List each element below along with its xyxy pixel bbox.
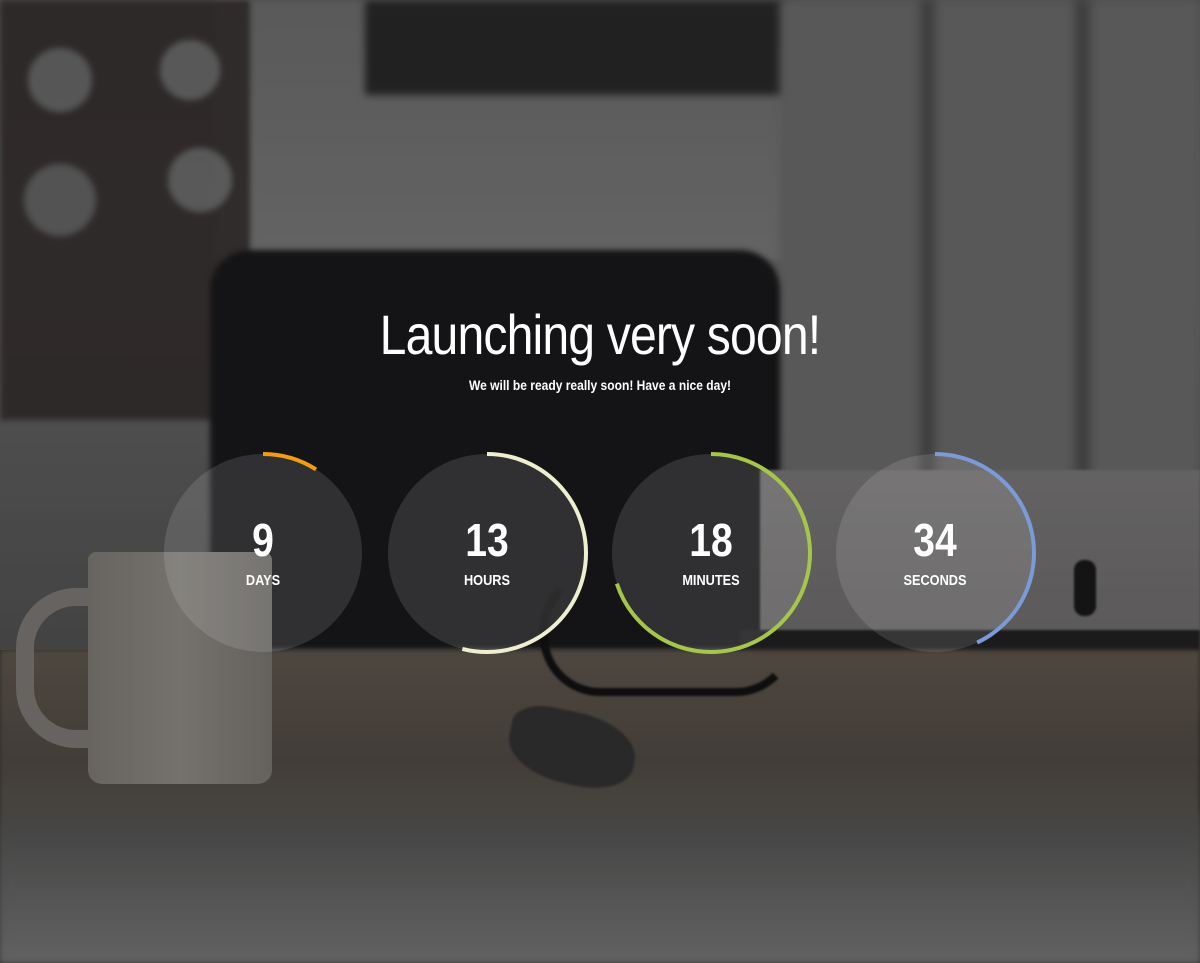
page-title: Launching very soon! bbox=[379, 303, 821, 366]
minutes-value: 18 bbox=[689, 514, 733, 566]
main-content: Launching very soon! We will be ready re… bbox=[0, 0, 1200, 963]
countdown-minutes: 18 MINUTES bbox=[608, 450, 814, 656]
countdown-seconds: 34 SECONDS bbox=[832, 450, 1038, 656]
minutes-label: MINUTES bbox=[682, 572, 740, 589]
countdown-hours: 13 HOURS bbox=[384, 450, 590, 656]
days-value: 9 bbox=[252, 514, 274, 566]
seconds-label: SECONDS bbox=[903, 572, 967, 589]
countdown-timer: 9 DAYS 13 HOURS 18 MINUTES 34 SECONDS bbox=[0, 450, 1200, 656]
hours-value: 13 bbox=[465, 514, 509, 566]
seconds-value: 34 bbox=[913, 514, 957, 566]
page-subtitle: We will be ready really soon! Have a nic… bbox=[468, 377, 732, 393]
days-label: DAYS bbox=[245, 572, 281, 589]
hours-label: HOURS bbox=[463, 572, 511, 589]
countdown-days: 9 DAYS bbox=[160, 450, 366, 656]
coming-soon-page: Launching very soon! We will be ready re… bbox=[0, 0, 1200, 963]
